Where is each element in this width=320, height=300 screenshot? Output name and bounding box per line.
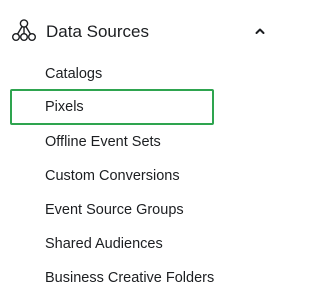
chevron-up-icon[interactable] [253,24,267,38]
nav-item-event-source-groups[interactable]: Event Source Groups [45,200,184,220]
nav-item-business-creative-folders[interactable]: Business Creative Folders [45,268,214,288]
nav-item-catalogs[interactable]: Catalogs [45,64,102,84]
nav-item-pixels[interactable]: Pixels [45,97,84,117]
selected-item-highlight [10,89,214,125]
section-title: Data Sources [46,22,149,41]
nav-item-offline-event-sets[interactable]: Offline Event Sets [45,132,161,152]
data-sources-network-icon [11,17,37,43]
nav-item-shared-audiences[interactable]: Shared Audiences [45,234,163,254]
nav-item-custom-conversions[interactable]: Custom Conversions [45,166,180,186]
data-sources-panel: Data Sources Catalogs Pixels Offline Eve… [0,0,299,300]
data-sources-section-header[interactable]: Data Sources [0,14,299,50]
